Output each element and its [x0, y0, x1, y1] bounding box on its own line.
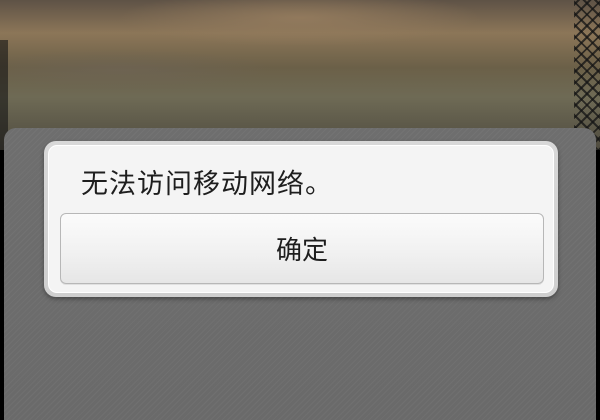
phone-screen: 无法访问移动网络。 确定	[0, 0, 600, 420]
alert-dialog: 无法访问移动网络。 确定	[44, 141, 558, 297]
confirm-button[interactable]: 确定	[60, 213, 544, 284]
alert-dialog-body: 无法访问移动网络。 确定	[48, 145, 554, 293]
alert-message: 无法访问移动网络。	[81, 169, 333, 200]
